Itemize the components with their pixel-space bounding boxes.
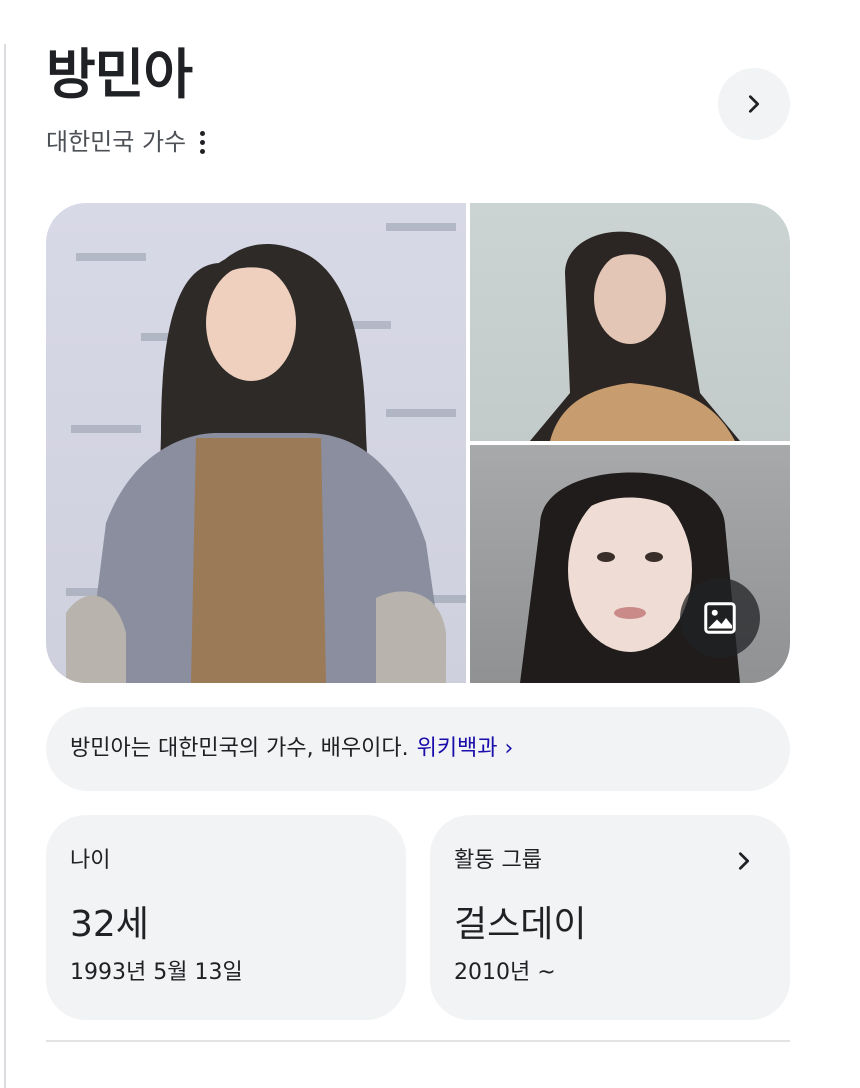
next-entity-button[interactable] — [718, 68, 790, 140]
photo-main[interactable] — [46, 203, 466, 683]
image-gallery — [46, 203, 790, 683]
birth-date: 1993년 5월 13일 — [70, 960, 243, 985]
more-vertical-icon[interactable] — [194, 127, 210, 157]
photo-main-illustration — [66, 223, 466, 683]
bottom-divider — [46, 1040, 790, 1042]
group-card[interactable]: 활동 그룹 걸스데이 2010년 ~ — [430, 815, 790, 1020]
wikipedia-link[interactable]: 위키백과 › — [417, 733, 514, 765]
entity-description: 대한민국 가수 — [46, 128, 187, 156]
summary-text: 방민아는 대한민국의 가수, 배우이다. — [70, 736, 409, 761]
chevron-right-icon — [730, 845, 758, 877]
left-divider — [4, 44, 6, 1088]
entity-subtitle-row: 대한민국 가수 — [46, 124, 210, 160]
group-period: 2010년 ~ — [454, 960, 556, 985]
group-label: 활동 그룹 — [454, 848, 542, 873]
chevron-right-icon — [748, 95, 760, 113]
entity-summary: 방민아는 대한민국의 가수, 배우이다. 위키백과 › — [46, 707, 790, 791]
photo-top-illustration — [530, 231, 740, 441]
photo-top-right[interactable] — [470, 203, 790, 441]
age-label: 나이 — [70, 848, 111, 873]
entity-title: 방민아 — [46, 43, 193, 106]
age-value: 32세 — [70, 904, 149, 945]
view-images-button[interactable] — [680, 578, 760, 658]
group-value: 걸스데이 — [454, 904, 587, 945]
image-icon — [704, 602, 736, 634]
age-card: 나이 32세 1993년 5월 13일 — [46, 815, 406, 1020]
